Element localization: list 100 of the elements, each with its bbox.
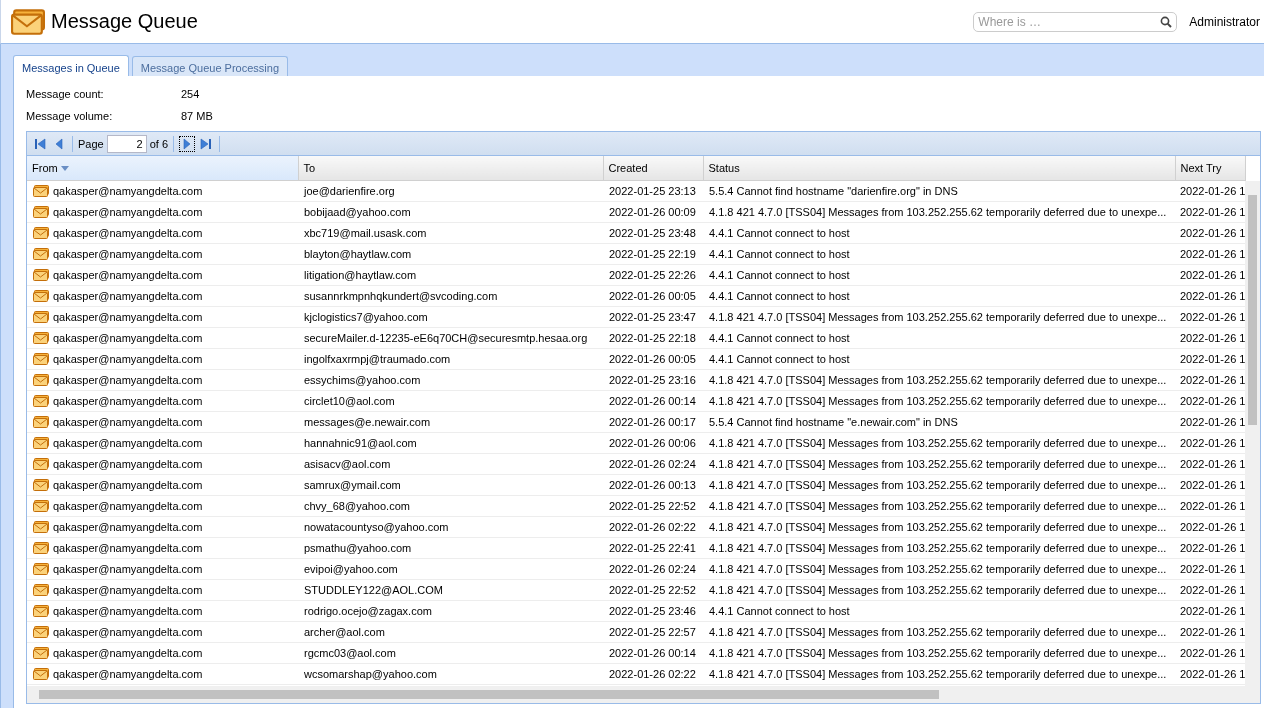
table-cell: 4.4.1 Cannot connect to host bbox=[703, 327, 1175, 349]
table-cell: ingolfxaxrmpj@traumado.com bbox=[298, 348, 603, 370]
table-cell: qakasper@namyangdelta.com bbox=[27, 537, 298, 559]
column-header[interactable]: From bbox=[27, 156, 298, 181]
table-cell: qakasper@namyangdelta.com bbox=[27, 579, 298, 601]
vertical-scrollbar[interactable] bbox=[1245, 181, 1260, 686]
table-cell: blayton@haytlaw.com bbox=[298, 243, 603, 265]
column-header[interactable]: Status bbox=[703, 156, 1175, 181]
envelope-icon bbox=[33, 332, 49, 344]
table-cell: 2022-01-26 00:13 bbox=[603, 474, 703, 496]
table-cell: 4.4.1 Cannot connect to host bbox=[703, 285, 1175, 307]
table-cell: qakasper@namyangdelta.com bbox=[27, 369, 298, 391]
envelope-icon bbox=[33, 521, 49, 533]
envelope-icon bbox=[33, 416, 49, 428]
envelope-icon bbox=[33, 542, 49, 554]
table-cell: 4.1.8 421 4.7.0 [TSS04] Messages from 103.252.255.62 temporarily deferred due to unexpe... bbox=[703, 306, 1175, 328]
table-cell: 4.1.8 421 4.7.0 [TSS04] Messages from 103.252.255.62 temporarily deferred due to unexpe... bbox=[703, 369, 1175, 391]
table-cell: samrux@ymail.com bbox=[298, 474, 603, 496]
envelope-icon bbox=[11, 8, 45, 35]
table-cell: 2022-01-25 23:13 bbox=[603, 181, 703, 202]
envelope-icon bbox=[33, 647, 49, 659]
table-cell: chvy_68@yahoo.com bbox=[298, 495, 603, 517]
search-field[interactable]: Where is … bbox=[973, 11, 1178, 32]
sort-arrow-icon bbox=[60, 166, 69, 171]
envelope-icon bbox=[33, 479, 49, 491]
table-cell: qakasper@namyangdelta.com bbox=[27, 243, 298, 265]
table-cell: qakasper@namyangdelta.com bbox=[27, 348, 298, 370]
tab[interactable]: Message Queue Processing bbox=[131, 56, 289, 76]
table-cell: 2022-01-26 00:14 bbox=[603, 642, 703, 664]
table-cell: 5.5.4 Cannot find hostname "darienfire.org" in DNS bbox=[703, 181, 1175, 202]
table-cell: 4.1.8 421 4.7.0 [TSS04] Messages from 103.252.255.62 temporarily deferred due to unexpe... bbox=[703, 516, 1175, 538]
envelope-icon bbox=[33, 458, 49, 470]
table-cell: qakasper@namyangdelta.com bbox=[27, 516, 298, 538]
table-cell: 4.4.1 Cannot connect to host bbox=[703, 243, 1175, 265]
summary-label: Message volume: bbox=[26, 110, 114, 122]
page-input[interactable]: 2 bbox=[106, 134, 147, 153]
envelope-icon bbox=[33, 353, 49, 365]
table-cell: qakasper@namyangdelta.com bbox=[27, 495, 298, 517]
summary-value: 87 MB bbox=[181, 110, 214, 122]
table-cell: 2022-01-26 02:22 bbox=[603, 663, 703, 685]
table-cell: STUDDLEY122@AOL.COM bbox=[298, 579, 603, 601]
horizontal-scrollbar[interactable] bbox=[27, 686, 1260, 703]
table-cell: archer@aol.com bbox=[298, 621, 603, 643]
table-cell: kjclogistics7@yahoo.com bbox=[298, 306, 603, 328]
table-cell: 4.1.8 421 4.7.0 [TSS04] Messages from 103.252.255.62 temporarily deferred due to unexpe... bbox=[703, 663, 1175, 685]
envelope-icon bbox=[33, 668, 49, 680]
column-header[interactable]: Created bbox=[603, 156, 703, 181]
table-cell: 2022-01-25 22:41 bbox=[603, 537, 703, 559]
table-cell: qakasper@namyangdelta.com bbox=[27, 432, 298, 454]
page-count: of 6 bbox=[149, 137, 169, 150]
table-cell: qakasper@namyangdelta.com bbox=[27, 621, 298, 643]
table-cell: qakasper@namyangdelta.com bbox=[27, 474, 298, 496]
column-header[interactable]: To bbox=[298, 156, 603, 181]
envelope-icon bbox=[33, 374, 49, 386]
table-cell: 2022-01-26 02:22 bbox=[603, 516, 703, 538]
column-header[interactable]: Next Try bbox=[1175, 156, 1245, 181]
table-cell: 2022-01-25 22:52 bbox=[603, 579, 703, 601]
table-cell: rodrigo.ocejo@zagax.com bbox=[298, 600, 603, 622]
table-cell: 4.1.8 421 4.7.0 [TSS04] Messages from 103.252.255.62 temporarily deferred due to unexpe... bbox=[703, 537, 1175, 559]
user-menu[interactable]: Administrator bbox=[1189, 14, 1260, 29]
table-cell: qakasper@namyangdelta.com bbox=[27, 663, 298, 685]
envelope-icon bbox=[33, 185, 49, 197]
tab[interactable]: Messages in Queue bbox=[13, 55, 129, 76]
table-cell: 2022-01-25 22:52 bbox=[603, 495, 703, 517]
table-cell: 2022-01-25 22:18 bbox=[603, 327, 703, 349]
first-page-icon bbox=[34, 137, 46, 150]
envelope-icon bbox=[33, 605, 49, 617]
table-cell: essychims@yahoo.com bbox=[298, 369, 603, 391]
first-page-button[interactable] bbox=[32, 135, 48, 152]
table-cell: evipoi@yahoo.com bbox=[298, 558, 603, 580]
envelope-icon bbox=[33, 311, 49, 323]
table-cell: circlet10@aol.com bbox=[298, 390, 603, 412]
table-cell: qakasper@namyangdelta.com bbox=[27, 558, 298, 580]
envelope-icon bbox=[33, 227, 49, 239]
table-cell: nowatacountyso@yahoo.com bbox=[298, 516, 603, 538]
next-page-button[interactable] bbox=[179, 135, 196, 152]
table-cell: qakasper@namyangdelta.com bbox=[27, 201, 298, 223]
table-cell: litigation@haytlaw.com bbox=[298, 264, 603, 286]
table-cell: 4.4.1 Cannot connect to host bbox=[703, 264, 1175, 286]
table-cell: 4.1.8 421 4.7.0 [TSS04] Messages from 103.252.255.62 temporarily deferred due to unexpe... bbox=[703, 201, 1175, 223]
table-cell: bobijaad@yahoo.com bbox=[298, 201, 603, 223]
table-cell: 4.1.8 421 4.7.0 [TSS04] Messages from 103.252.255.62 temporarily deferred due to unexpe... bbox=[703, 495, 1175, 517]
table-cell: qakasper@namyangdelta.com bbox=[27, 285, 298, 307]
summary-value: 254 bbox=[181, 88, 201, 100]
envelope-icon bbox=[33, 206, 49, 218]
table-cell: susannrkmpnhqkundert@svcoding.com bbox=[298, 285, 603, 307]
table-cell: 2022-01-26 02:24 bbox=[603, 453, 703, 475]
table-cell: qakasper@namyangdelta.com bbox=[27, 264, 298, 286]
table-cell: qakasper@namyangdelta.com bbox=[27, 642, 298, 664]
table-cell: 2022-01-26 00:06 bbox=[603, 432, 703, 454]
table-cell: 4.1.8 421 4.7.0 [TSS04] Messages from 103.252.255.62 temporarily deferred due to unexpe... bbox=[703, 474, 1175, 496]
table-cell: 4.1.8 421 4.7.0 [TSS04] Messages from 103.252.255.62 temporarily deferred due to unexpe... bbox=[703, 621, 1175, 643]
table-cell: 4.1.8 421 4.7.0 [TSS04] Messages from 103.252.255.62 temporarily deferred due to unexpe... bbox=[703, 390, 1175, 412]
table-cell: qakasper@namyangdelta.com bbox=[27, 453, 298, 475]
envelope-icon bbox=[33, 269, 49, 281]
envelope-icon bbox=[33, 563, 49, 575]
table-cell: 5.5.4 Cannot find hostname "e.newair.com" in DNS bbox=[703, 411, 1175, 433]
table-cell: 4.1.8 421 4.7.0 [TSS04] Messages from 103.252.255.62 temporarily deferred due to unexpe... bbox=[703, 642, 1175, 664]
envelope-icon bbox=[33, 584, 49, 596]
table-cell: 2022-01-26 02:24 bbox=[603, 558, 703, 580]
